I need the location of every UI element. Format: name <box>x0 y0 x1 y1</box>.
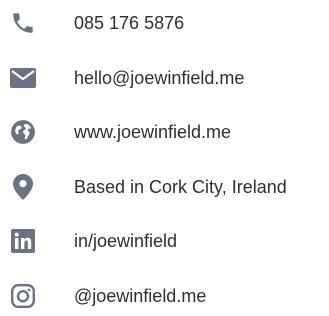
linkedin-icon <box>10 228 36 254</box>
contact-item-instagram[interactable]: @joewinfield.me <box>0 276 329 316</box>
phone-icon <box>10 10 36 36</box>
location-text: Based in Cork City, Ireland <box>74 177 287 197</box>
globe-icon <box>10 119 36 145</box>
phone-number[interactable]: 085 176 5876 <box>74 12 184 34</box>
instagram-icon <box>10 283 36 309</box>
instagram-link[interactable]: @joewinfield.me <box>74 285 206 307</box>
location-pin-icon <box>10 174 36 200</box>
website-link[interactable]: www.joewinfield.me <box>74 121 231 143</box>
contact-item-website[interactable]: www.joewinfield.me <box>0 112 329 152</box>
contact-list: 085 176 5876 hello@joewinfield.me www.jo… <box>0 0 329 313</box>
contact-item-linkedin[interactable]: in/joewinfield <box>0 221 329 261</box>
contact-item-location: Based in Cork City, Ireland <box>0 167 329 207</box>
email-link[interactable]: hello@joewinfield.me <box>74 67 244 89</box>
mail-icon <box>10 65 36 91</box>
contact-item-phone[interactable]: 085 176 5876 <box>0 3 329 43</box>
contact-item-email[interactable]: hello@joewinfield.me <box>0 58 329 98</box>
linkedin-link[interactable]: in/joewinfield <box>74 230 177 252</box>
